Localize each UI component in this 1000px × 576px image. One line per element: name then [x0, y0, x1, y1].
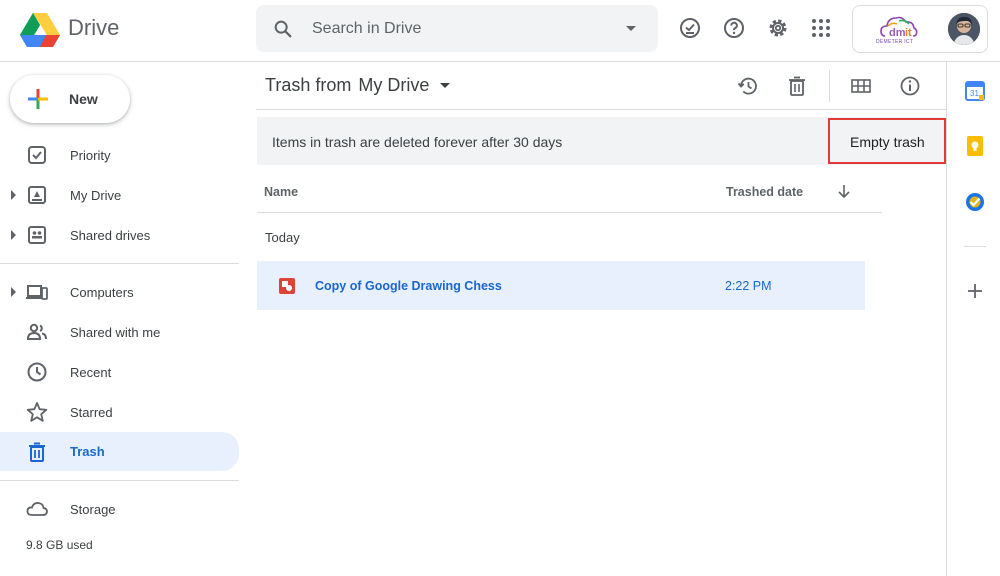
shared-with-me-icon	[26, 323, 47, 340]
restore-history-icon[interactable]	[737, 75, 759, 97]
sidebar-item-label: Starred	[70, 405, 113, 420]
calendar-icon[interactable]: 31	[964, 80, 986, 102]
sidebar-item-label: Computers	[70, 285, 134, 300]
sidebar-item-trash[interactable]: Trash	[0, 432, 239, 471]
priority-icon	[28, 146, 46, 164]
trash-icon	[29, 442, 45, 462]
cloud-icon	[26, 502, 48, 516]
offline-ready-icon[interactable]	[678, 16, 702, 40]
recent-clock-icon	[27, 362, 47, 382]
sidebar-item-computers[interactable]: Computers	[0, 275, 239, 309]
keep-icon[interactable]	[964, 135, 986, 157]
sidebar-item-priority[interactable]: Priority	[0, 138, 239, 172]
sidebar-divider	[0, 480, 239, 481]
expand-arrow-icon[interactable]	[11, 190, 16, 200]
grid-view-icon[interactable]	[850, 75, 872, 97]
shared-drives-icon	[28, 226, 46, 244]
sidebar-item-starred[interactable]: Starred	[0, 395, 239, 429]
tasks-icon[interactable]	[964, 191, 986, 213]
help-icon[interactable]	[722, 16, 746, 40]
sort-arrow-down-icon[interactable]	[836, 183, 852, 199]
side-panel-divider	[946, 62, 947, 576]
sidebar-item-recent[interactable]: Recent	[0, 355, 239, 389]
svg-text:it: it	[905, 27, 912, 39]
new-button[interactable]: New	[10, 75, 130, 123]
sidebar-item-my-drive[interactable]: My Drive	[0, 178, 239, 212]
sidebar-item-storage[interactable]: Storage	[0, 492, 239, 526]
my-drive-icon	[28, 186, 46, 204]
column-header-name[interactable]: Name	[264, 185, 298, 199]
file-name[interactable]: Copy of Google Drawing Chess	[315, 279, 502, 293]
banner-message: Items in trash are deleted forever after…	[272, 134, 563, 150]
expand-arrow-icon[interactable]	[11, 287, 16, 297]
delete-forever-icon[interactable]	[786, 75, 808, 97]
location-dropdown-icon[interactable]	[440, 83, 450, 88]
app-header: Drive Search in Drive dm it DEMETER ICT	[0, 0, 1000, 62]
trashed-date: 2:22 PM	[725, 279, 772, 293]
add-addon-plus-icon[interactable]	[964, 280, 986, 302]
expand-arrow-icon[interactable]	[11, 230, 16, 240]
sidebar-item-label: Shared drives	[70, 228, 151, 243]
table-header-divider	[257, 212, 882, 213]
sidebar-item-label: Trash	[70, 444, 105, 459]
svg-text:31: 31	[970, 89, 979, 98]
sidebar-item-label: Storage	[70, 502, 116, 517]
star-icon	[26, 402, 48, 422]
side-panel-separator	[964, 246, 986, 247]
empty-trash-button[interactable]: Empty trash	[828, 118, 946, 164]
sidebar-item-shared-drives[interactable]: Shared drives	[0, 218, 239, 252]
search-input[interactable]: Search in Drive	[312, 20, 421, 38]
drive-logo-icon[interactable]	[20, 11, 60, 47]
empty-trash-label: Empty trash	[850, 134, 925, 150]
account-switcher[interactable]: dm it DEMETER ICT	[852, 5, 988, 53]
user-avatar[interactable]	[948, 13, 980, 45]
new-button-label: New	[69, 91, 98, 107]
apps-grid-icon[interactable]	[809, 16, 833, 40]
info-icon[interactable]	[899, 75, 921, 97]
plus-icon	[28, 89, 48, 109]
column-header-trashed-date[interactable]: Trashed date	[726, 185, 803, 199]
table-row[interactable]: Copy of Google Drawing Chess 2:22 PM	[257, 261, 865, 310]
storage-used-text: 9.8 GB used	[26, 538, 93, 552]
group-heading: Today	[265, 230, 300, 245]
search-bar[interactable]: Search in Drive	[256, 5, 658, 52]
svg-text:dm: dm	[889, 27, 906, 39]
toolbar-separator	[829, 70, 830, 102]
search-icon[interactable]	[272, 18, 294, 40]
sidebar-divider	[0, 263, 239, 264]
breadcrumb: Trash from My Drive	[265, 75, 429, 96]
app-name: Drive	[68, 15, 120, 40]
sidebar-item-label: Recent	[70, 365, 112, 380]
computers-icon	[26, 285, 48, 300]
google-drawing-icon	[279, 278, 295, 294]
sidebar-item-shared-with-me[interactable]: Shared with me	[0, 315, 239, 349]
breadcrumb-location[interactable]: My Drive	[358, 75, 429, 95]
sidebar-item-label: My Drive	[70, 188, 122, 203]
search-options-icon[interactable]	[626, 26, 636, 31]
sidebar-item-label: Priority	[70, 148, 111, 163]
sidebar-item-label: Shared with me	[70, 325, 161, 340]
toolbar-divider	[256, 109, 946, 110]
breadcrumb-prefix: Trash from	[265, 75, 352, 95]
organization-name: DEMETER ICT	[876, 39, 914, 45]
settings-gear-icon[interactable]	[766, 16, 790, 40]
